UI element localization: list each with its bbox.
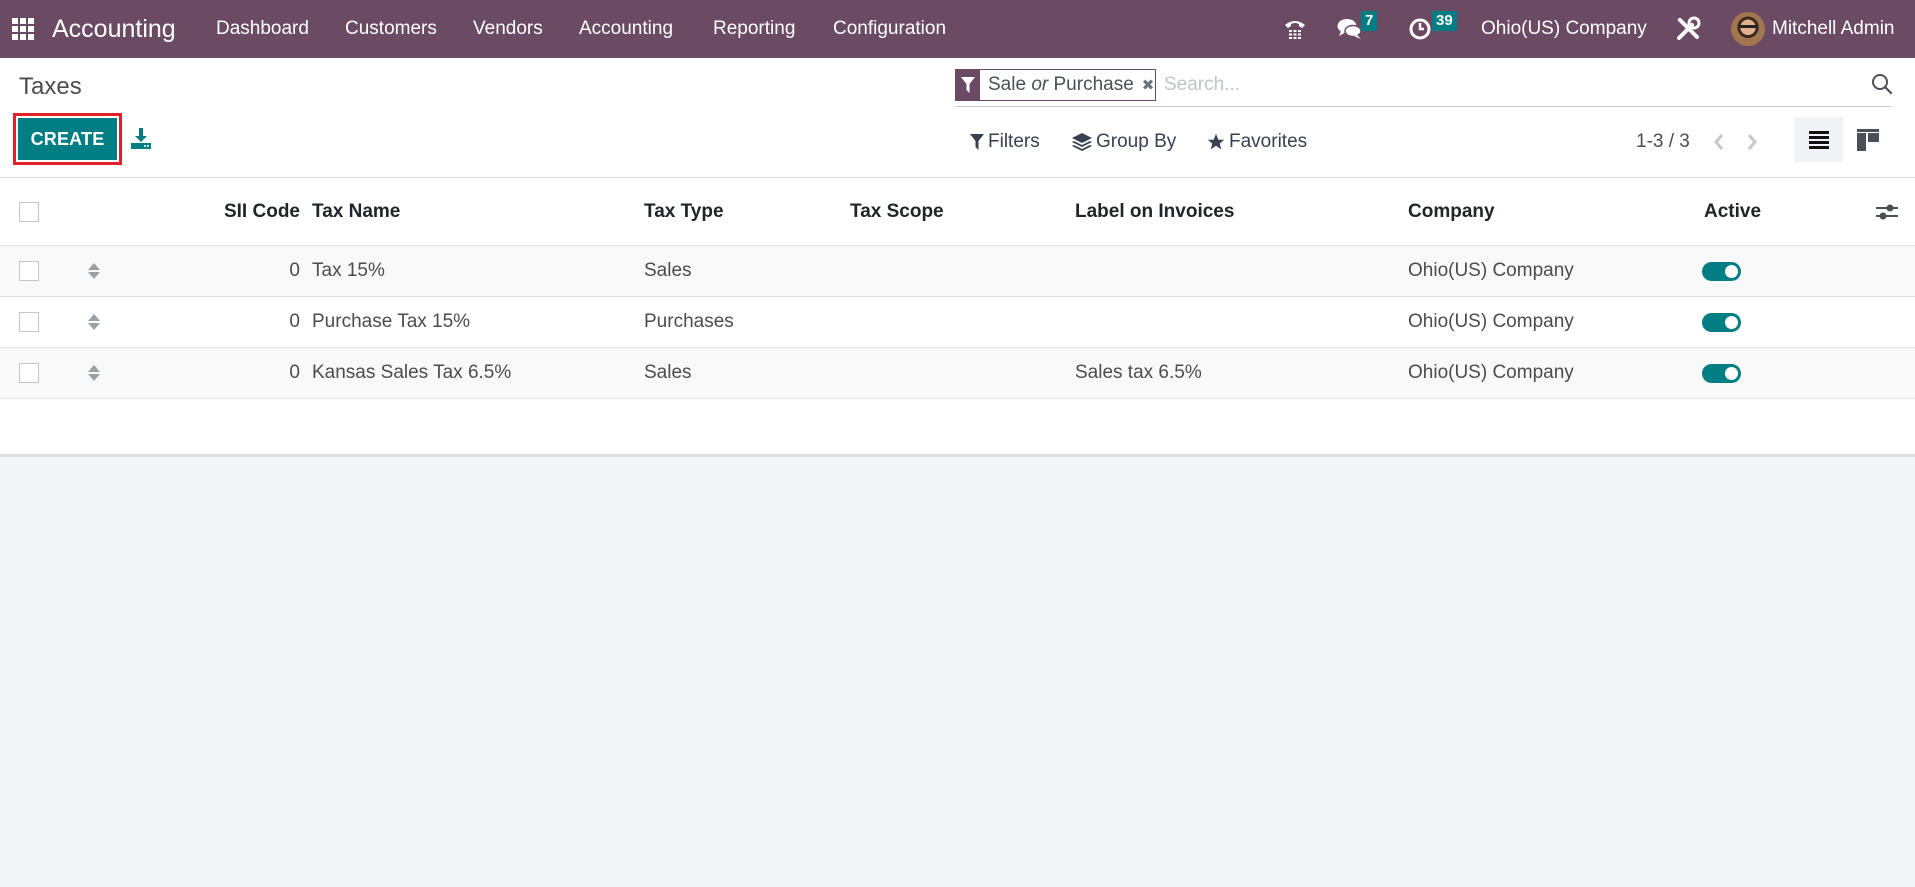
column-header-tax-type[interactable]: Tax Type [644, 178, 724, 245]
kanban-view-button[interactable] [1843, 117, 1892, 162]
label-on-invoices-cell: Sales tax 6.5% [1075, 362, 1202, 383]
list-view-icon [1808, 130, 1829, 149]
top-navbar: Accounting Dashboard Customers Vendors A… [0, 0, 1915, 58]
row-checkbox[interactable] [19, 312, 39, 332]
search-bar: Sale or Purchase ✖ [955, 69, 1893, 107]
layers-icon [1072, 133, 1092, 151]
company-cell: Ohio(US) Company [1408, 311, 1574, 332]
kanban-view-icon [1856, 128, 1879, 151]
table-row[interactable]: 0 Kansas Sales Tax 6.5% Sales Sales tax … [0, 348, 1915, 399]
messages-icon[interactable] [1337, 0, 1363, 58]
optional-columns-toggle-icon[interactable] [1876, 178, 1898, 245]
star-icon [1207, 133, 1225, 150]
active-toggle[interactable] [1702, 312, 1741, 332]
column-header-tax-scope[interactable]: Tax Scope [850, 178, 944, 245]
sii-code-cell: 0 [289, 260, 300, 281]
drag-handle-icon[interactable] [88, 297, 100, 347]
taxes-list: SII Code Tax Name Tax Type Tax Scope Lab… [0, 178, 1915, 457]
pager-value[interactable]: 1-3 / 3 [1636, 127, 1690, 157]
column-header-sii-code[interactable]: SII Code [200, 178, 300, 245]
company-switcher[interactable]: Ohio(US) Company [1481, 0, 1647, 58]
filter-facet-icon [956, 70, 980, 100]
menu-accounting[interactable]: Accounting [579, 0, 673, 58]
search-facet[interactable]: Sale or Purchase ✖ [955, 69, 1156, 101]
company-cell: Ohio(US) Company [1408, 260, 1574, 281]
drag-handle-icon[interactable] [88, 348, 100, 398]
tax-name-cell: Tax 15% [312, 260, 385, 281]
apps-menu-icon[interactable] [12, 0, 34, 58]
debug-tools-icon[interactable] [1675, 0, 1701, 58]
control-panel: Taxes CREATE Sale or Purchase ✖ Filters … [0, 58, 1915, 178]
search-input[interactable] [1164, 70, 1804, 100]
create-button[interactable]: CREATE [18, 118, 117, 160]
column-header-label-on-invoices[interactable]: Label on Invoices [1075, 178, 1234, 245]
active-toggle[interactable] [1702, 261, 1741, 281]
pager-next-icon[interactable] [1742, 127, 1762, 157]
facet-remove-icon[interactable]: ✖ [1142, 76, 1155, 94]
table-row[interactable]: 0 Purchase Tax 15% Purchases Ohio(US) Co… [0, 297, 1915, 348]
activity-clock-icon[interactable] [1408, 0, 1432, 58]
column-header-tax-name[interactable]: Tax Name [312, 178, 400, 245]
row-checkbox[interactable] [19, 363, 39, 383]
table-header: SII Code Tax Name Tax Type Tax Scope Lab… [0, 178, 1915, 246]
pager-previous-icon[interactable] [1709, 127, 1729, 157]
tax-name-cell: Kansas Sales Tax 6.5% [312, 362, 512, 383]
filter-icon [970, 134, 984, 150]
phone-icon[interactable] [1283, 0, 1307, 58]
menu-reporting[interactable]: Reporting [713, 0, 795, 58]
active-toggle[interactable] [1702, 363, 1741, 383]
menu-configuration[interactable]: Configuration [833, 0, 946, 58]
activities-badge: 39 [1432, 11, 1457, 31]
select-all-checkbox[interactable] [19, 201, 39, 222]
download-icon[interactable] [130, 126, 152, 150]
facet-label: Sale or Purchase [988, 74, 1134, 95]
column-header-active[interactable]: Active [1704, 178, 1761, 245]
search-icon[interactable] [1871, 73, 1893, 95]
user-menu[interactable]: Mitchell Admin [1772, 0, 1895, 58]
table-row[interactable]: 0 Tax 15% Sales Ohio(US) Company [0, 246, 1915, 297]
app-brand[interactable]: Accounting [52, 0, 176, 58]
menu-dashboard[interactable]: Dashboard [216, 0, 309, 58]
drag-handle-icon[interactable] [88, 246, 100, 296]
filters-button[interactable]: Filters [970, 127, 1040, 157]
sii-code-cell: 0 [289, 362, 300, 383]
tax-type-cell: Sales [644, 362, 692, 383]
menu-customers[interactable]: Customers [345, 0, 437, 58]
messages-badge: 7 [1361, 11, 1378, 31]
menu-vendors[interactable]: Vendors [473, 0, 543, 58]
column-header-company[interactable]: Company [1408, 178, 1495, 245]
group-by-button[interactable]: Group By [1072, 127, 1176, 157]
company-cell: Ohio(US) Company [1408, 362, 1574, 383]
user-avatar[interactable] [1731, 12, 1765, 46]
favorites-button[interactable]: Favorites [1207, 127, 1307, 157]
tax-type-cell: Sales [644, 260, 692, 281]
page-title: Taxes [19, 73, 82, 100]
tax-name-cell: Purchase Tax 15% [312, 311, 471, 332]
sii-code-cell: 0 [289, 311, 300, 332]
list-view-button[interactable] [1794, 117, 1843, 162]
row-checkbox[interactable] [19, 261, 39, 281]
tax-type-cell: Purchases [644, 311, 734, 332]
